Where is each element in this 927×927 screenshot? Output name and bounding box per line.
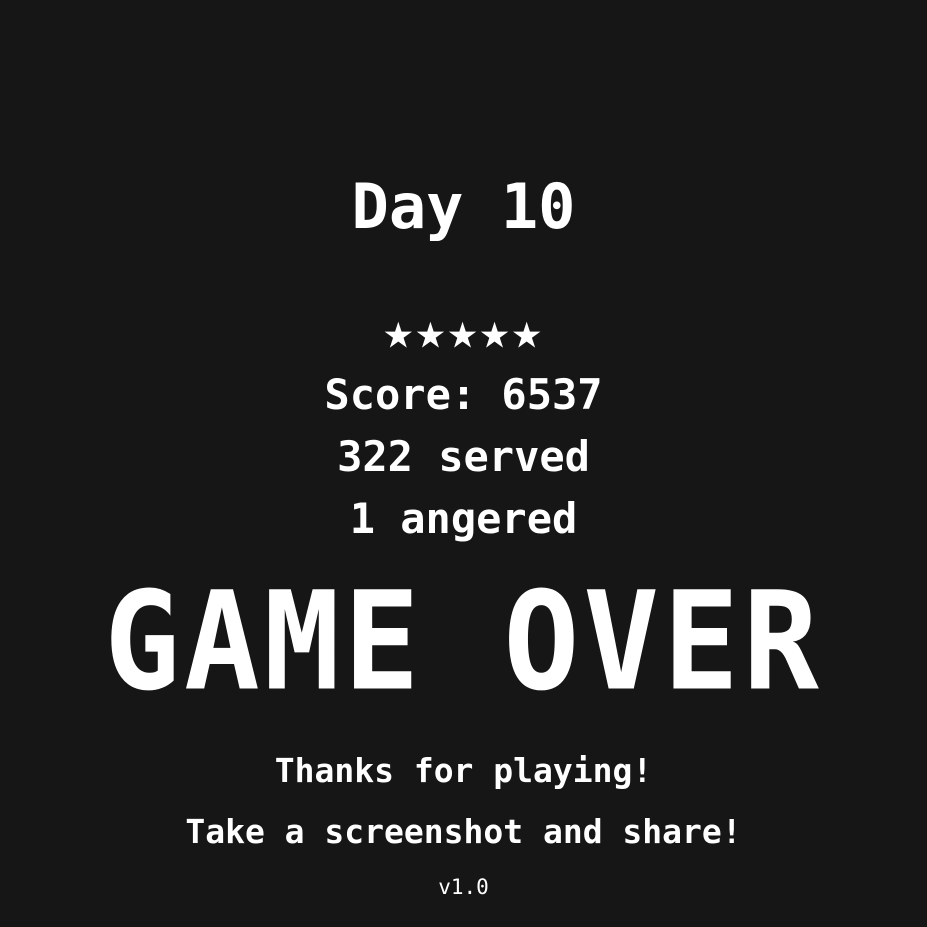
served-count: 322 served: [337, 432, 590, 481]
game-over-title: GAME OVER: [104, 562, 823, 721]
thanks-message: Thanks for playing!: [274, 751, 653, 790]
version-label: v1.0: [438, 875, 489, 899]
star-icon: ★: [511, 302, 544, 360]
game-over-screen: Day 10 ★★★★★ Score: 6537 322 served 1 an…: [0, 0, 927, 927]
score-text: Score: 6537: [324, 370, 603, 419]
star-rating: ★★★★★: [0, 306, 927, 356]
star-icon: ★: [479, 302, 512, 360]
star-icon: ★: [383, 302, 416, 360]
star-icon: ★: [447, 302, 480, 360]
angered-count: 1 angered: [349, 494, 578, 543]
day-title: Day 10: [351, 170, 576, 243]
star-icon: ★: [415, 302, 448, 360]
share-prompt: Take a screenshot and share!: [185, 812, 742, 851]
